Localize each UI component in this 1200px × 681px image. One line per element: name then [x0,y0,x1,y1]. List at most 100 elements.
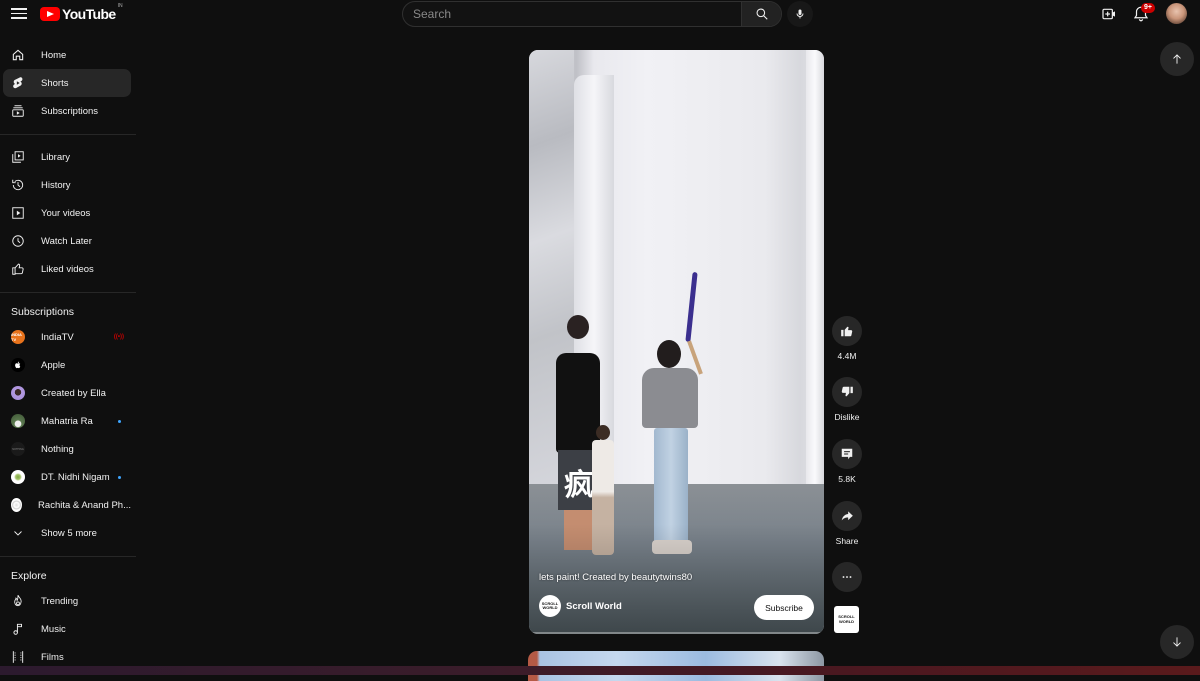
channel-avatar [11,498,23,512]
comments-button[interactable] [832,439,862,469]
search-box [402,1,782,27]
subscription-channel-item[interactable]: INDIA TV IndiaTV ((•)) [3,323,131,351]
channel-avatar [11,414,25,428]
youtube-play-icon [40,7,60,21]
sidebar-item-trending[interactable]: Trending [3,587,131,615]
new-content-dot [118,419,121,423]
subscription-channel-item[interactable]: Mahatria Ra [3,407,131,435]
sidebar-divider [0,134,136,135]
new-content-dot [118,475,121,479]
channel-name: Nothing [41,443,74,455]
dislike-button[interactable] [832,377,862,407]
subscription-channel-item[interactable]: Apple [3,351,131,379]
sidebar-divider [0,556,136,557]
channel-name: Created by Ella [41,387,106,399]
like-button[interactable] [832,316,862,346]
subscription-channel-item[interactable]: DT. Nidhi Nigam [3,463,131,491]
comments-action: 5.8K [831,439,863,484]
more-options-button[interactable] [832,562,862,592]
channel-name: Rachita & Anand Ph... [38,499,131,511]
liked-videos-icon [11,262,25,276]
show-more-label: Show 5 more [41,527,97,539]
subscribe-button[interactable]: Subscribe [754,595,814,620]
video-add-icon [1102,8,1115,20]
chevron-down-icon [11,526,25,540]
sidebar: Home Shorts Subscriptions Library Histor… [0,40,136,665]
search-input[interactable] [403,2,741,26]
sidebar-divider [0,292,136,293]
channel-name-link[interactable]: Scroll World [566,601,622,612]
history-icon [11,178,25,192]
dislike-action: Dislike [831,377,863,422]
comment-icon [841,448,853,460]
channel-avatar [11,386,25,400]
channel-avatar [11,358,25,372]
shorts-icon [11,76,25,90]
sidebar-item-label: Library [41,151,71,163]
sidebar-item-subscriptions[interactable]: Subscriptions [3,97,131,125]
channel-name: DT. Nidhi Nigam [41,471,110,483]
subscription-channel-item[interactable]: Rachita & Anand Ph... [3,491,131,519]
hamburger-icon-line [11,17,27,19]
os-taskbar [0,666,1200,675]
sidebar-item-library[interactable]: Library [3,143,131,171]
subscription-channel-item[interactable]: Created by Ella [3,379,131,407]
channel-name: IndiaTV [41,331,74,343]
watch-later-icon [11,234,25,248]
logo-text: YouTube [62,6,116,22]
search-button[interactable] [741,2,781,26]
account-avatar[interactable] [1166,3,1187,24]
notifications-badge: 9+ [1141,3,1155,13]
library-icon [11,150,25,164]
channel-avatar: NOTHING [11,442,25,456]
sidebar-item-liked-videos[interactable]: Liked videos [3,255,131,283]
apple-logo-icon [15,361,21,369]
live-indicator-icon: ((•)) [113,334,124,340]
sidebar-item-home[interactable]: Home [3,41,131,69]
show-more-button[interactable]: Show 5 more [3,519,131,547]
menu-button[interactable] [10,5,28,23]
previous-short-button[interactable] [1160,42,1194,76]
audio-source-thumbnail[interactable]: SCROLL WORLD [834,606,859,633]
sidebar-item-label: Music [41,623,66,635]
comment-count: 5.8K [838,474,856,484]
share-button[interactable] [832,501,862,531]
video-progress-bar[interactable] [529,632,824,634]
sidebar-item-history[interactable]: History [3,171,131,199]
sidebar-item-label: History [41,179,71,191]
sidebar-item-your-videos[interactable]: Your videos [3,199,131,227]
sidebar-item-shorts[interactable]: Shorts [3,69,131,97]
short-caption: lets paint! Created by beautytwins80 [539,572,693,583]
like-action: 4.4M [831,316,863,361]
search-icon [756,8,768,20]
channel-avatar: INDIA TV [11,330,25,344]
thumbs-down-icon [841,386,853,397]
arrow-up-icon [1173,54,1181,64]
music-icon [11,622,25,636]
top-bar: YouTube IN 9+ [0,0,1200,28]
channel-name: Apple [41,359,66,371]
sidebar-item-label: Subscriptions [41,105,99,117]
create-button[interactable] [1101,6,1117,22]
more-horizontal-icon [842,576,852,578]
sidebar-item-label: Your videos [41,207,91,219]
country-code: IN [117,3,123,9]
subscriptions-heading: Subscriptions [11,306,75,318]
youtube-logo[interactable]: YouTube IN [40,3,123,22]
sidebar-item-label: Watch Later [41,235,92,247]
channel-avatar [11,470,25,484]
films-icon [11,650,25,664]
microphone-icon [796,9,804,19]
sidebar-item-music[interactable]: Music [3,615,131,643]
channel-logo[interactable]: SCROLL WORLD [539,595,561,617]
sidebar-item-label: Liked videos [41,263,94,275]
hamburger-icon-line [11,12,27,15]
arrow-down-icon [1173,637,1181,647]
short-video-player[interactable]: 疯 lets paint! Created by beautytwins80 S… [529,50,824,634]
voice-search-button[interactable] [787,1,813,27]
next-short-button[interactable] [1160,625,1194,659]
subscription-channel-item[interactable]: NOTHING Nothing [3,435,131,463]
channel-name: Mahatria Ra [41,415,93,427]
sidebar-item-watch-later[interactable]: Watch Later [3,227,131,255]
share-icon [841,511,853,521]
